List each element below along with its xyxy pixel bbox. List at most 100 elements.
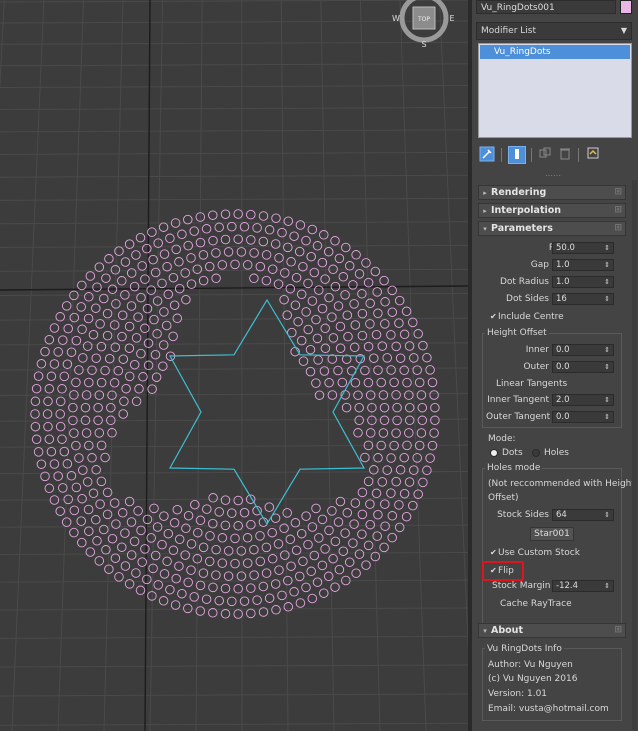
spinner-arrows-icon[interactable]: ⇕ [604,395,610,405]
ring-dot [379,415,390,426]
stock-sides-spinner[interactable]: 64 ⇕ [552,509,614,521]
spinner-arrows-icon[interactable]: ⇕ [604,362,610,372]
ring-dot [249,248,259,258]
ring-dot [71,377,81,388]
ring-dot [158,340,169,350]
ring-dot [129,281,140,292]
ring-dot [102,308,113,319]
viewport-canvas[interactable]: TOP W E S [0,0,468,731]
ring-dot [186,279,197,289]
rollout-about[interactable]: ▾ About ⊞ [478,623,626,638]
mode-dots-radio[interactable]: Dots [490,448,523,458]
ring-dot [95,499,105,509]
ring-dot [233,234,243,244]
include-centre-checkbox[interactable]: ✔Include Centre [490,312,564,322]
inner-tangent-spinner[interactable]: 2.0 ⇕ [552,394,614,406]
perspective-viewport[interactable]: TOP W E S [0,0,468,731]
spinner-arrows-icon[interactable]: ⇕ [604,412,610,422]
about-copyright: (c) Vu Nguyen 2016 [488,674,578,684]
ring-dot [162,556,172,567]
rollout-interpolation[interactable]: ▸ Interpolation ⊞ [478,203,626,218]
rollout-parameters[interactable]: ▾ Parameters ⊞ [478,221,626,236]
about-version: Version: 1.01 [488,689,548,699]
grid-line [0,635,468,639]
panel-scrollbar[interactable] [632,180,637,730]
modify-command-panel: Vu_RingDots001 Modifier List ▼ Vu_RingDo… [472,0,638,731]
ring-dot [186,565,196,575]
ring-dot [409,353,419,363]
gap-spinner[interactable]: 1.0 ⇕ [552,259,614,271]
ring-dot [258,581,269,592]
ring-dot [357,509,368,520]
ring-dot [58,483,68,493]
ring-dot [386,488,396,498]
spinner-arrows-icon[interactable]: ⇕ [604,294,610,304]
object-name-field[interactable]: Vu_RingDots001 [476,0,616,14]
ring-dot [84,526,94,536]
ring-dot [131,250,141,260]
ring-dot [43,421,53,432]
ring-dot [77,493,87,504]
cache-raytrace-checkbox[interactable]: Cache RayTrace [500,599,572,609]
dot-sides-spinner[interactable]: 16 ⇕ [552,293,614,305]
modifier-stack[interactable]: Vu_RingDots [478,43,632,138]
panel-grip[interactable]: ⋯⋯ [542,172,564,180]
ring-dot [307,522,318,532]
spinner-arrows-icon[interactable]: ⇕ [604,345,610,355]
ring-dot [124,321,135,332]
spinner-arrows-icon[interactable]: ⇕ [604,277,610,287]
remove-modifier-icon[interactable] [556,146,574,164]
ring-dot [31,383,42,394]
spinner-arrows-icon[interactable]: ⇕ [604,581,610,591]
flip-checkbox[interactable]: ✔Flip [490,566,514,576]
outer-tangent-spinner[interactable]: 0.0 ⇕ [552,411,614,423]
rollout-rendering[interactable]: ▸ Rendering ⊞ [478,185,626,200]
ring-dot [49,459,60,469]
ring-dot [365,519,375,530]
ring-dot [261,568,272,578]
ring-dot [301,235,311,246]
ring-dot [404,477,415,487]
radius-spinner[interactable]: 50.0 ⇕ [552,242,614,254]
stock-pick-button[interactable]: Star001 [530,527,574,541]
pin-stack-icon[interactable] [478,146,496,164]
ring-dot [120,528,130,538]
ring-dot [165,584,175,595]
ring-dot [174,561,184,571]
ring-dot [351,568,361,578]
ring-dot [271,213,281,223]
mode-label: Mode: [488,434,516,444]
stack-item-vu-ringdots[interactable]: Vu_RingDots [480,45,630,59]
ring-dot [55,409,65,419]
ring-dot [399,488,410,499]
outer-spinner[interactable]: 0.0 ⇕ [552,361,614,373]
use-custom-stock-checkbox[interactable]: ✔Use Custom Stock [490,548,580,558]
spinner-arrows-icon[interactable]: ⇕ [604,243,610,253]
ring-dot [418,477,428,488]
ring-dot [208,608,218,618]
dot-radius-spinner[interactable]: 1.0 ⇕ [552,276,614,288]
outer-label: Outer [523,362,549,372]
ring-dot [183,240,193,251]
linear-tangents-checkbox[interactable]: Linear Tangents [488,379,567,389]
ring-dot [392,415,402,426]
grid-line [0,85,468,89]
stock-margin-spinner[interactable]: -12.4 ⇕ [552,580,614,592]
modifier-list-dropdown[interactable]: Modifier List ▼ [476,22,632,40]
inner-spinner[interactable]: 0.0 ⇕ [552,344,614,356]
grid-line [0,722,468,726]
configure-sets-icon[interactable] [584,146,602,164]
ring-dot [252,223,262,233]
make-unique-icon[interactable] [536,146,554,164]
show-end-result-icon[interactable] [508,146,526,164]
stack-toolbar [478,144,632,166]
ring-dot [69,312,80,323]
mode-holes-radio[interactable]: Holes [532,448,569,458]
spinner-arrows-icon[interactable]: ⇕ [604,510,610,520]
ring-dot [181,523,191,534]
spinner-arrows-icon[interactable]: ⇕ [604,260,610,270]
ring-dot [91,303,101,313]
ring-dot [363,377,374,388]
grid-line [0,174,468,178]
object-color-swatch[interactable] [620,0,632,14]
